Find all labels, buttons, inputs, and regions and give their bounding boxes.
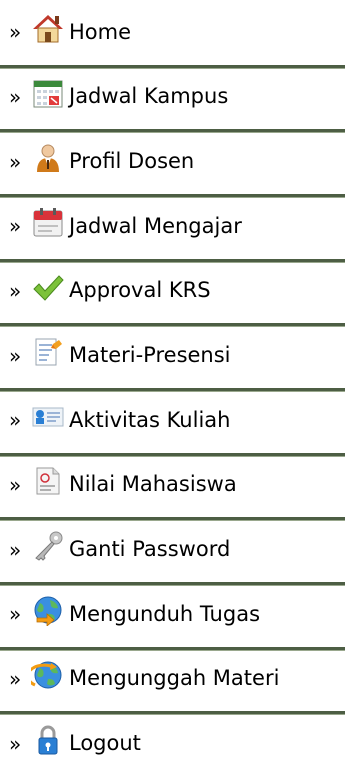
menu-item-label: Materi-Presensi: [69, 343, 231, 368]
key-icon: [31, 530, 65, 562]
arrow-glyph: »: [9, 408, 22, 433]
menu-item-label: Mengunduh Tugas: [69, 601, 261, 626]
globe-download-icon: [31, 594, 65, 627]
grade-document-icon: [31, 465, 65, 497]
arrow-glyph: »: [9, 472, 22, 497]
arrow-glyph: »: [9, 666, 22, 691]
schedule-icon: [31, 206, 65, 238]
menu-item-label: Jadwal Kampus: [69, 84, 229, 109]
menu-item-ganti-password[interactable]: » Ganti Password: [0, 517, 351, 582]
arrow-glyph: »: [9, 731, 22, 756]
checkmark-icon: [31, 271, 65, 303]
lecturer-icon: [31, 142, 65, 174]
arrow-glyph: »: [9, 20, 22, 45]
arrow-glyph: »: [9, 149, 22, 174]
home-icon: [31, 12, 65, 44]
menu-item-label: Ganti Password: [69, 537, 231, 562]
arrow-glyph: »: [9, 278, 22, 303]
menu-item-label: Profil Dosen: [69, 149, 195, 174]
arrow-glyph: »: [9, 537, 22, 562]
arrow-glyph: »: [9, 214, 22, 239]
calendar-icon: [31, 77, 65, 109]
menu-item-mengunggah-materi[interactable]: » Mengunggah Materi: [0, 646, 351, 712]
menu-item-label: Approval KRS: [69, 278, 211, 303]
arrow-glyph: »: [9, 602, 22, 627]
menu-item-jadwal-mengajar[interactable]: » Jadwal Mengajar: [0, 193, 351, 259]
menu-item-label: Mengunggah Materi: [69, 666, 280, 691]
menu-item-label: Home: [69, 19, 132, 44]
menu-item-mengunduh-tugas[interactable]: » Mengunduh Tugas: [0, 581, 351, 647]
document-edit-icon: [31, 336, 65, 368]
menu-item-logout[interactable]: » Logout: [0, 711, 351, 776]
activity-icon: [31, 400, 65, 432]
menu-item-home[interactable]: » Home: [0, 0, 351, 65]
navigation-menu: » Home » Jadwal Kampus » Profil Dosen » …: [0, 0, 351, 776]
globe-upload-icon: [31, 659, 65, 691]
menu-item-label: Nilai Mahasiswa: [69, 472, 237, 497]
menu-item-approval-krs[interactable]: » Approval KRS: [0, 258, 351, 324]
menu-item-label: Jadwal Mengajar: [69, 213, 242, 238]
menu-item-label: Aktivitas Kuliah: [69, 407, 231, 432]
padlock-icon: [31, 724, 65, 756]
menu-item-nilai-mahasiswa[interactable]: » Nilai Mahasiswa: [0, 452, 351, 518]
menu-item-profil-dosen[interactable]: » Profil Dosen: [0, 129, 351, 194]
menu-item-materi-presensi[interactable]: » Materi-Presensi: [0, 323, 351, 388]
menu-item-jadwal-kampus[interactable]: » Jadwal Kampus: [0, 64, 351, 130]
menu-item-label: Logout: [69, 731, 141, 756]
menu-item-aktivitas-kuliah[interactable]: » Aktivitas Kuliah: [0, 387, 351, 453]
arrow-glyph: »: [9, 343, 22, 368]
arrow-glyph: »: [9, 84, 22, 109]
